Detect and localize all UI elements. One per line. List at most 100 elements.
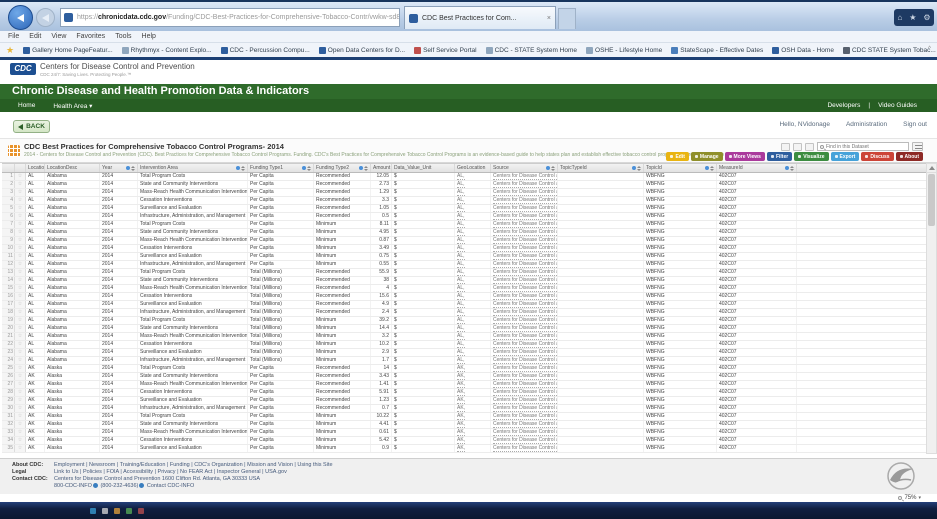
table-cell[interactable]: Mass-Reach Health Communication Interven…	[138, 237, 248, 244]
table-cell[interactable]: 0.9	[371, 445, 392, 452]
row-star-icon[interactable]: ☆	[15, 293, 26, 300]
footer-about-links[interactable]: Employment | Newsroom | Training/Educati…	[54, 462, 333, 469]
table-cell[interactable]: 2014	[100, 333, 138, 340]
table-cell[interactable]: AK	[26, 373, 45, 380]
table-cell[interactable]: Total Program Costs	[138, 173, 248, 180]
table-cell[interactable]: $	[392, 333, 455, 340]
table-cell[interactable]: 2014	[100, 173, 138, 180]
table-cell[interactable]: Per Capita	[248, 181, 314, 188]
menu-item-edit[interactable]: Edit	[29, 33, 41, 40]
footer-legal-links[interactable]: Link to Us | Policies | FOIA | Accessibi…	[54, 469, 287, 476]
table-cell[interactable]: WBFNG	[644, 205, 717, 212]
table-cell[interactable]: Infrastructure, Administration, and Mana…	[138, 357, 248, 364]
table-cell[interactable]: Alaska	[45, 413, 100, 420]
table-cell[interactable]	[558, 365, 644, 372]
table-cell[interactable]: AL,	[455, 213, 491, 220]
table-cell[interactable]: 2014	[100, 373, 138, 380]
table-cell[interactable]: Total (Millions)	[248, 285, 314, 292]
table-cell[interactable]: Centers for Disease Control and P-TND	[491, 285, 558, 292]
table-cell[interactable]: Centers for Disease Control and P-TND	[491, 445, 558, 452]
table-cell[interactable]	[558, 373, 644, 380]
table-cell[interactable]: WBFNG	[644, 333, 717, 340]
table-cell[interactable]: AL	[26, 261, 45, 268]
browser-tab[interactable]: CDC Best Practices for Com... ×	[404, 6, 556, 29]
table-cell[interactable]: WBFNG	[644, 365, 717, 372]
table-cell[interactable]: Recommended	[314, 189, 371, 196]
filter-button[interactable]: Filter	[767, 152, 792, 161]
table-cell[interactable]: 4	[371, 285, 392, 292]
table-cell[interactable]: Mass-Reach Health Communication Interven…	[138, 189, 248, 196]
table-cell[interactable]: $	[392, 397, 455, 404]
visualize-button[interactable]: Visualize	[794, 152, 828, 161]
table-cell[interactable]: 2014	[100, 325, 138, 332]
table-cell[interactable]: AK,	[455, 373, 491, 380]
column-info-icon[interactable]	[302, 166, 306, 170]
row-star-icon[interactable]: ☆	[15, 445, 26, 452]
table-cell[interactable]: $	[392, 221, 455, 228]
table-cell[interactable]: Per Capita	[248, 389, 314, 396]
table-cell[interactable]: 402C07	[717, 245, 797, 252]
table-cell[interactable]: 2014	[100, 405, 138, 412]
table-cell[interactable]: AL	[26, 173, 45, 180]
favorites-item[interactable]: Rhythmyx - Content Explo...	[122, 47, 212, 54]
table-cell[interactable]: Per Capita	[248, 197, 314, 204]
table-cell[interactable]: Mass-Reach Health Communication Interven…	[138, 381, 248, 388]
table-cell[interactable]: AL	[26, 213, 45, 220]
table-row[interactable]: 27☆AKAlaska2014Mass-Reach Health Communi…	[2, 381, 931, 389]
table-row[interactable]: 11☆ALAlabama2014Surveillance and Evaluat…	[2, 253, 931, 261]
table-cell[interactable]: Alaska	[45, 445, 100, 452]
table-cell[interactable]: 0.55	[371, 261, 392, 268]
table-cell[interactable]: 402C07	[717, 445, 797, 452]
table-cell[interactable]: AL,	[455, 197, 491, 204]
column-header[interactable]: Funding Type2	[314, 164, 371, 172]
administration-link[interactable]: Administration	[846, 121, 887, 128]
table-cell[interactable]: Centers for Disease Control and P-TND	[491, 277, 558, 284]
address-bar[interactable]: https://chronicdata.cdc.gov/Funding/CDC-…	[60, 8, 400, 27]
table-cell[interactable]: Alabama	[45, 309, 100, 316]
table-cell[interactable]: Centers for Disease Control and P-TND	[491, 269, 558, 276]
table-cell[interactable]: Surveillance and Evaluation	[138, 349, 248, 356]
table-cell[interactable]: Surveillance and Evaluation	[138, 397, 248, 404]
table-cell[interactable]: WBFNG	[644, 229, 717, 236]
favorites-item[interactable]: StateScape - Effective Dates	[671, 47, 763, 54]
table-cell[interactable]: Centers for Disease Control and P-TND	[491, 325, 558, 332]
table-cell[interactable]: 14	[371, 365, 392, 372]
table-cell[interactable]: Surveillance and Evaluation	[138, 205, 248, 212]
table-cell[interactable]: Per Capita	[248, 229, 314, 236]
table-row[interactable]: 32☆AKAlaska2014State and Community Inter…	[2, 421, 931, 429]
column-info-icon[interactable]	[705, 166, 709, 170]
table-cell[interactable]: 402C07	[717, 333, 797, 340]
table-cell[interactable]: Recommended	[314, 285, 371, 292]
table-cell[interactable]: AK	[26, 437, 45, 444]
table-cell[interactable]: WBFNG	[644, 389, 717, 396]
table-cell[interactable]: AK	[26, 405, 45, 412]
table-cell[interactable]: Per Capita	[248, 245, 314, 252]
table-row[interactable]: 9☆ALAlabama2014Mass-Reach Health Communi…	[2, 237, 931, 245]
table-cell[interactable]: AL	[26, 325, 45, 332]
table-cell[interactable]: Centers for Disease Control and P-TND	[491, 317, 558, 324]
find-input[interactable]	[826, 144, 906, 150]
column-info-icon[interactable]	[546, 166, 550, 170]
table-cell[interactable]: AK	[26, 365, 45, 372]
table-cell[interactable]	[558, 245, 644, 252]
table-cell[interactable]: Infrastructure, Administration, and Mana…	[138, 309, 248, 316]
row-star-icon[interactable]: ☆	[15, 373, 26, 380]
column-info-icon[interactable]	[126, 166, 130, 170]
table-cell[interactable]: WBFNG	[644, 357, 717, 364]
table-cell[interactable]: Per Capita	[248, 421, 314, 428]
table-cell[interactable]: 2014	[100, 253, 138, 260]
table-cell[interactable]: 2014	[100, 357, 138, 364]
table-cell[interactable]: AK	[26, 381, 45, 388]
table-cell[interactable]: Centers for Disease Control and P-TND	[491, 293, 558, 300]
table-cell[interactable]: Total Program Costs	[138, 221, 248, 228]
row-star-icon[interactable]: ☆	[15, 245, 26, 252]
table-cell[interactable]: Recommended	[314, 309, 371, 316]
table-cell[interactable]: 0.87	[371, 237, 392, 244]
column-sort-icon[interactable]	[637, 166, 641, 171]
zoom-control[interactable]: 75% ▾	[898, 495, 921, 501]
edit-button[interactable]: Edit	[666, 152, 688, 161]
table-cell[interactable]: $	[392, 429, 455, 436]
row-star-icon[interactable]: ☆	[15, 357, 26, 364]
sign-out-link[interactable]: Sign out	[903, 121, 927, 128]
table-cell[interactable]: AL,	[455, 253, 491, 260]
